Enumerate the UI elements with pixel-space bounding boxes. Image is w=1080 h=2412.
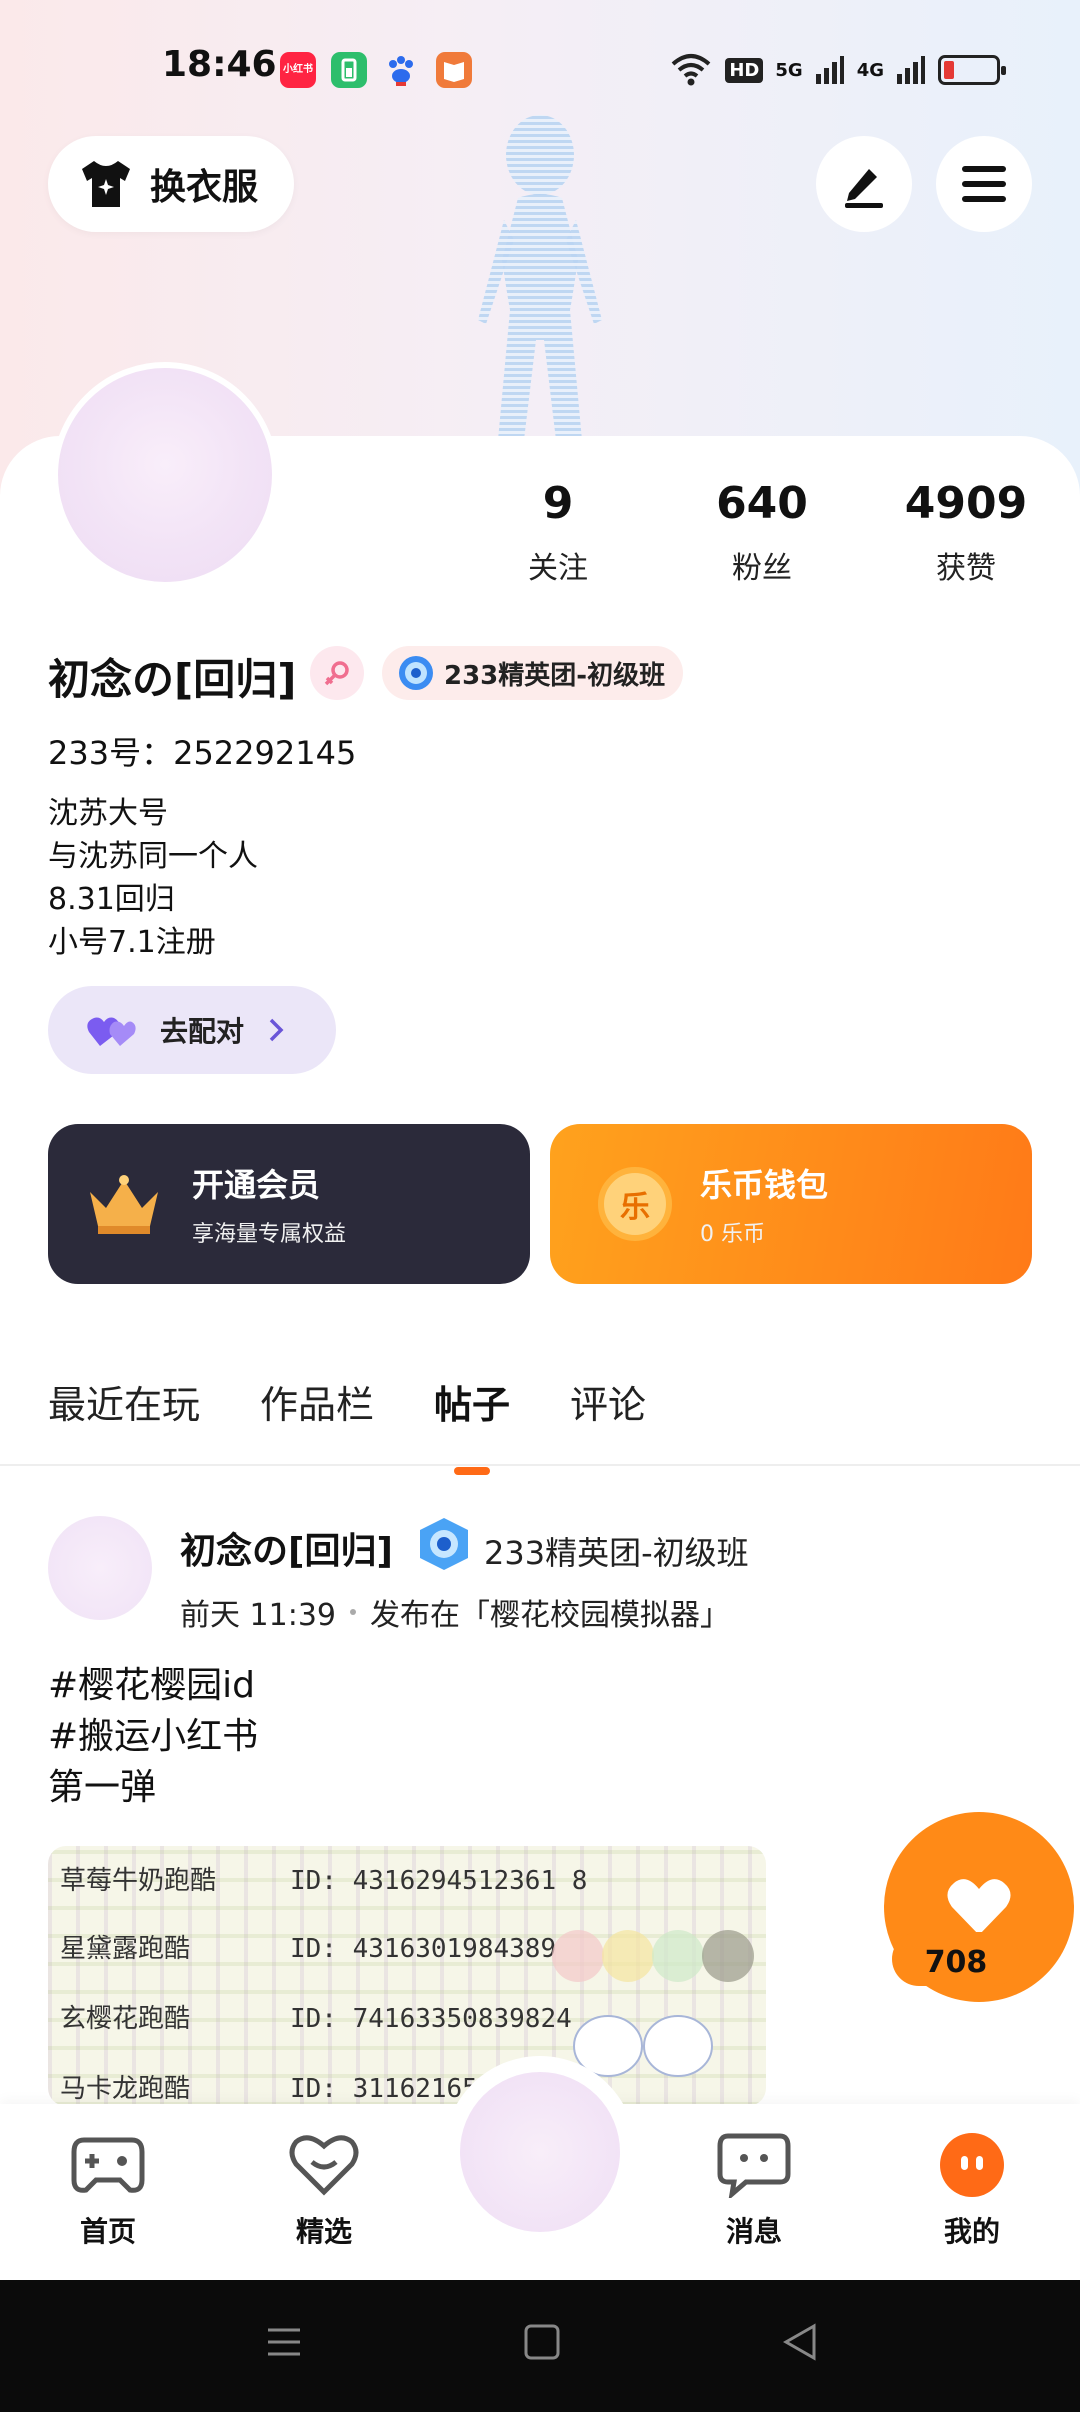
nav-home[interactable]: 首页 bbox=[48, 2132, 168, 2250]
nav-me-label: 我的 bbox=[943, 2215, 1000, 2248]
chat-icon bbox=[717, 2133, 791, 2201]
home-square-icon[interactable] bbox=[522, 2322, 562, 2362]
following-count: 9 bbox=[542, 478, 574, 529]
like-count: 708 bbox=[892, 1932, 1020, 1986]
menu-button[interactable] bbox=[936, 136, 1032, 232]
recent-apps-icon[interactable] bbox=[264, 2322, 304, 2362]
system-status-icons: HD 5G 4G bbox=[669, 48, 1006, 92]
stat-likes[interactable]: 4909 获赞 bbox=[886, 478, 1046, 587]
vip-title: 开通会员 bbox=[192, 1166, 321, 1204]
nav-featured[interactable]: 精选 bbox=[264, 2132, 384, 2250]
wifi-icon bbox=[672, 54, 711, 86]
signal-5g-icon bbox=[815, 56, 844, 84]
bio-line: 与沈苏同一个人 bbox=[48, 839, 258, 874]
system-navigation-bar bbox=[0, 2280, 1080, 2412]
nav-center-avatar-button[interactable] bbox=[444, 2056, 636, 2248]
post-time: 前天 11:39 bbox=[180, 1598, 336, 1633]
tab-posts[interactable]: 帖子 bbox=[434, 1374, 510, 1429]
wallet-title: 乐币钱包 bbox=[700, 1166, 829, 1204]
baidu-icon bbox=[383, 52, 419, 88]
wallet-card[interactable]: 乐 乐币钱包 0 乐币 bbox=[550, 1124, 1032, 1284]
post-image[interactable]: 草莓牛奶跑酷 ID: 4316294512361 8 星黛露跑酷 ID: 43163… bbox=[48, 1846, 766, 2106]
battery-icon bbox=[938, 55, 1006, 85]
image-text-row: 马卡龙跑酷 ID: 311621653 bbox=[60, 2074, 494, 2104]
likes-label: 获赞 bbox=[936, 551, 996, 586]
post-hashtag[interactable]: #樱花樱园id bbox=[48, 1660, 258, 1711]
nav-home-label: 首页 bbox=[79, 2215, 136, 2248]
vip-subtitle: 享海量专属权益 bbox=[192, 1222, 347, 1247]
likes-count: 4909 bbox=[904, 478, 1028, 529]
separator-dot bbox=[350, 1609, 356, 1615]
post-location[interactable]: 发布在「樱花校园模拟器」 bbox=[370, 1590, 730, 1634]
match-button[interactable]: 去配对 bbox=[48, 986, 336, 1074]
image-text-row: 玄樱花跑酷 ID: 74163350839824 bbox=[60, 2004, 572, 2034]
edit-icon bbox=[845, 169, 883, 208]
vip-membership-card[interactable]: 开通会员 享海量专属权益 bbox=[48, 1124, 530, 1284]
following-label: 关注 bbox=[528, 551, 588, 586]
tabs-divider bbox=[0, 1464, 1080, 1466]
user-nickname: 初念の[回归] bbox=[48, 655, 297, 704]
avatar-3d-figure[interactable] bbox=[440, 110, 640, 440]
fans-label: 粉丝 bbox=[732, 551, 792, 586]
image-text-row: 星黛露跑酷 ID: 4316301984389 bbox=[60, 1934, 557, 1964]
post-author-name[interactable]: 初念の[回归] bbox=[180, 1522, 393, 1574]
image-text-row: 草莓牛奶跑酷 ID: 4316294512361 8 bbox=[60, 1866, 588, 1896]
nav-messages-label: 消息 bbox=[725, 2215, 782, 2248]
signal-5g-label: 5G bbox=[775, 59, 803, 81]
post-author-rank: 233精英团-初级班 bbox=[484, 1534, 749, 1572]
user-avatar[interactable] bbox=[52, 362, 278, 588]
user-bio: 沈苏大号 与沈苏同一个人 8.31回归 小号7.1注册 bbox=[48, 792, 258, 964]
reader-icon bbox=[436, 52, 472, 88]
heart-icon bbox=[947, 1879, 1011, 1935]
nav-me[interactable]: 我的 bbox=[912, 2132, 1032, 2250]
change-clothes-label: 换衣服 bbox=[150, 167, 259, 208]
female-gender-icon bbox=[310, 646, 364, 700]
rank-badge-label: 233精英团-初级班 bbox=[444, 660, 666, 691]
bio-line: 小号7.1注册 bbox=[48, 925, 216, 960]
stat-following[interactable]: 9 关注 bbox=[478, 478, 638, 587]
fans-count: 640 bbox=[716, 478, 808, 529]
heart-pair-icon bbox=[87, 1017, 136, 1046]
rank-medal-icon bbox=[420, 1518, 468, 1570]
battery-app-icon bbox=[331, 52, 367, 88]
nav-featured-label: 精选 bbox=[295, 2215, 352, 2248]
hd-badge: HD bbox=[725, 57, 764, 83]
chevron-right-icon bbox=[269, 1018, 284, 1042]
tab-comments[interactable]: 评论 bbox=[570, 1374, 646, 1429]
edit-profile-button[interactable] bbox=[816, 136, 912, 232]
post-text-line: 第一弹 bbox=[48, 1767, 157, 1808]
status-time: 18:46 bbox=[162, 44, 277, 85]
change-clothes-button[interactable]: 换衣服 bbox=[48, 136, 294, 232]
bio-line: 沈苏大号 bbox=[48, 796, 168, 831]
profile-tabs: 最近在玩 作品栏 帖子 评论 bbox=[48, 1374, 646, 1429]
post-author-avatar[interactable] bbox=[48, 1516, 152, 1620]
nav-messages[interactable]: 消息 bbox=[694, 2132, 814, 2250]
signal-4g-icon bbox=[897, 56, 925, 84]
profile-face-icon bbox=[940, 2133, 1004, 2197]
post-hashtag[interactable]: #搬运小红书 bbox=[48, 1711, 258, 1762]
gamepad-icon bbox=[71, 2137, 145, 2193]
tab-recent-played[interactable]: 最近在玩 bbox=[48, 1374, 200, 1429]
stat-fans[interactable]: 640 粉丝 bbox=[682, 478, 842, 587]
xiaohongshu-icon: 小红书 bbox=[280, 52, 316, 88]
rank-medal-icon bbox=[399, 656, 433, 690]
match-label: 去配对 bbox=[160, 1015, 245, 1048]
post-body: #樱花樱园id #搬运小红书 第一弹 bbox=[48, 1660, 258, 1813]
hamburger-menu-icon bbox=[962, 166, 1006, 202]
bunny-sticker-illustration bbox=[552, 1930, 754, 2077]
user-id[interactable]: 233号：252292145 bbox=[48, 728, 356, 774]
le-coin-icon: 乐 bbox=[598, 1167, 672, 1241]
bio-line: 8.31回归 bbox=[48, 882, 175, 917]
wallet-balance: 0 乐币 bbox=[700, 1222, 765, 1247]
rank-badge[interactable]: 233精英团-初级班 bbox=[382, 646, 684, 700]
tab-works[interactable]: 作品栏 bbox=[260, 1374, 374, 1429]
back-triangle-icon[interactable] bbox=[780, 2322, 820, 2362]
crown-icon bbox=[90, 1175, 158, 1234]
heart-outline-icon bbox=[289, 2135, 359, 2196]
signal-4g-label: 4G bbox=[856, 59, 884, 81]
tshirt-icon bbox=[82, 161, 130, 207]
post-meta: 前天 11:39 发布在「樱花校园模拟器」 bbox=[180, 1590, 730, 1634]
